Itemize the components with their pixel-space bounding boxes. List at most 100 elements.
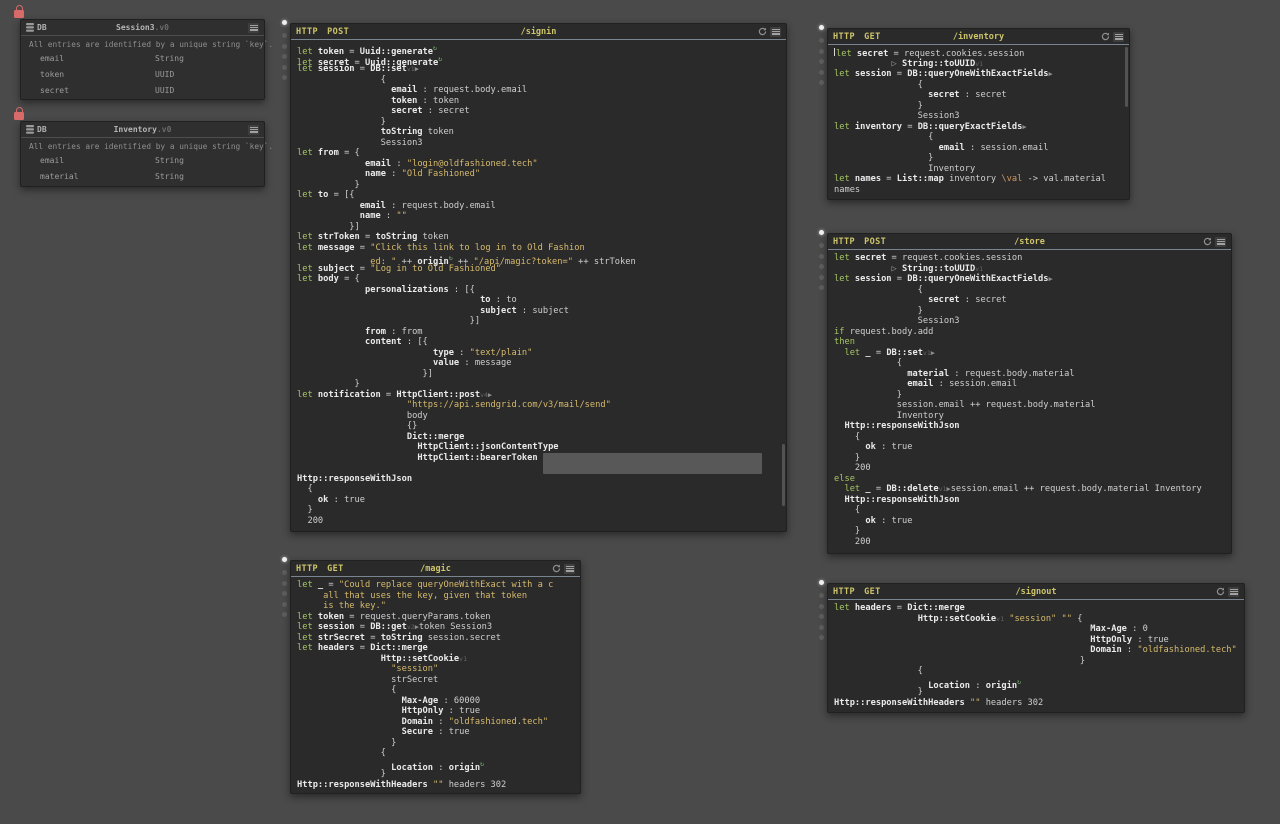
code-line[interactable]: { (297, 484, 786, 495)
refresh-icon[interactable] (758, 27, 767, 36)
code-line[interactable]: { (834, 505, 1231, 516)
code-line[interactable]: } (834, 306, 1231, 317)
handler-verb-label[interactable]: GET (327, 564, 344, 574)
db-field-row[interactable]: materialString (21, 168, 264, 184)
trace-dots[interactable] (819, 25, 825, 91)
play-icon[interactable]: ▶ (931, 349, 935, 357)
trace-dot-live[interactable] (819, 580, 824, 585)
code-line[interactable]: } (834, 526, 1231, 537)
code-line[interactable]: { (834, 358, 1231, 369)
code-line[interactable]: content : [{ (297, 337, 786, 348)
trace-dots[interactable] (819, 230, 825, 296)
code-line[interactable]: let _ = DB::deletev1▶session.email ++ re… (834, 484, 1231, 495)
menu-icon[interactable] (1228, 587, 1239, 597)
handler-verb-label[interactable]: POST (864, 237, 886, 247)
trace-dot[interactable] (282, 75, 287, 80)
db-inventory[interactable]: DB Inventory.v0 All entries are identifi… (20, 121, 265, 187)
code-line[interactable]: Secure : true (297, 727, 580, 738)
code-line[interactable]: token : token (297, 96, 786, 107)
trace-dot-live[interactable] (819, 230, 824, 235)
code-line[interactable]: ok : true (297, 495, 786, 506)
redacted-secret-box[interactable] (543, 453, 762, 474)
code-line[interactable]: let headers = Dict::merge (297, 643, 580, 654)
code-line[interactable]: let token = request.queryParams.token (297, 612, 580, 623)
trace-dot[interactable] (282, 570, 287, 575)
code-line[interactable]: } (834, 687, 1244, 698)
trace-dot[interactable] (819, 635, 824, 640)
code-line[interactable]: Inventory (834, 411, 1231, 422)
code-line[interactable]: } (834, 101, 1129, 112)
trace-dot[interactable] (819, 604, 824, 609)
code-line[interactable]: 200 (297, 516, 786, 527)
trace-dot[interactable] (819, 80, 824, 85)
lock-icon[interactable] (14, 112, 24, 120)
code-line[interactable]: let strToken = toString token (297, 232, 786, 243)
code-line[interactable]: Session3 (834, 316, 1231, 327)
code-line[interactable]: name : "" (297, 211, 786, 222)
trace-dots[interactable] (282, 20, 288, 86)
code-line[interactable]: ok : true (834, 516, 1231, 527)
code-line[interactable]: is the key." (297, 601, 580, 612)
code-line[interactable]: let headers = Dict::merge (834, 603, 1244, 614)
db-session3[interactable]: DB Session3.v0 All entries are identifie… (20, 19, 265, 100)
trace-dot-live[interactable] (282, 20, 287, 25)
code-line[interactable]: secret : secret (834, 295, 1231, 306)
code-line[interactable]: let token = Uuid::generate↻ (297, 43, 786, 54)
menu-icon[interactable] (1215, 237, 1226, 247)
code-line[interactable]: { (834, 80, 1129, 91)
db-field-row[interactable]: secretUUID (21, 82, 264, 98)
code-line[interactable]: {} (297, 421, 786, 432)
code-line[interactable]: body (297, 411, 786, 422)
db-field-row[interactable]: emailString (21, 152, 264, 168)
code-line[interactable]: }] (297, 316, 786, 327)
code-line[interactable]: } (297, 117, 786, 128)
code-line[interactable]: Location : origin↻ (297, 759, 580, 770)
code-editor[interactable]: let headers = Dict::merge Http::setCooki… (828, 600, 1244, 713)
refresh-icon[interactable] (552, 564, 561, 573)
menu-icon[interactable] (1113, 32, 1124, 42)
trace-dot-live[interactable] (819, 25, 824, 30)
code-line[interactable]: let secret = Uuid::generate↻ (297, 54, 786, 65)
trace-dot-live[interactable] (282, 557, 287, 562)
db-field-row[interactable]: emailString (21, 50, 264, 66)
code-line[interactable]: secret : secret (297, 106, 786, 117)
code-line[interactable]: personalizations : [{ (297, 285, 786, 296)
code-line[interactable]: then (834, 337, 1231, 348)
code-line[interactable]: let body = { (297, 274, 786, 285)
code-line[interactable]: { (834, 285, 1231, 296)
play-icon[interactable]: ▶ (415, 65, 419, 73)
scrollbar-thumb[interactable] (1125, 47, 1128, 107)
code-editor[interactable]: let secret = request.cookies.session ▷ S… (828, 45, 1129, 200)
db-fields[interactable]: emailStringtokenUUIDsecretUUID (21, 50, 264, 98)
code-line[interactable]: email : session.email (834, 143, 1129, 154)
menu-icon[interactable] (248, 125, 259, 135)
trace-dot[interactable] (819, 593, 824, 598)
code-line[interactable]: } (834, 656, 1244, 667)
code-line[interactable]: "https://api.sendgrid.com/v3/mail/send" (297, 400, 786, 411)
trace-dots[interactable] (819, 580, 825, 646)
code-line[interactable]: { (834, 666, 1244, 677)
code-line[interactable]: let session = DB::queryOneWithExactField… (834, 69, 1129, 80)
handler-verb-label[interactable]: GET (864, 32, 881, 42)
http-handler-magic[interactable]: HTTP GET /magic let _ = "Could replace q… (290, 560, 581, 794)
http-handler-inventory[interactable]: HTTP GET /inventory let secret = request… (827, 28, 1130, 200)
code-line[interactable]: else (834, 474, 1231, 485)
code-line[interactable]: let _ = "Could replace queryOneWithExact… (297, 580, 580, 591)
trace-dot[interactable] (282, 602, 287, 607)
code-line[interactable]: HttpClient::jsonContentType (297, 442, 786, 453)
handler-verb-label[interactable]: POST (327, 27, 349, 37)
code-line[interactable]: Domain : "oldfashioned.tech" (297, 717, 580, 728)
code-line[interactable]: HttpClient::bearerToken (297, 453, 786, 464)
menu-icon[interactable] (248, 23, 259, 33)
code-line[interactable]: to : to (297, 295, 786, 306)
code-line[interactable]: 200 (834, 463, 1231, 474)
code-line[interactable]: { (834, 432, 1231, 443)
code-line[interactable]: type : "text/plain" (297, 348, 786, 359)
code-line[interactable]: material : request.body.material (834, 369, 1231, 380)
code-line[interactable]: let to = [{ (297, 190, 786, 201)
code-line[interactable]: Http::responseWithHeaders "" headers 302 (297, 780, 580, 791)
code-line[interactable]: let session = DB::getv2▶token Session3 (297, 622, 580, 633)
code-line[interactable]: HttpOnly : true (297, 706, 580, 717)
code-line[interactable]: ok : true (834, 442, 1231, 453)
trace-dot[interactable] (819, 264, 824, 269)
